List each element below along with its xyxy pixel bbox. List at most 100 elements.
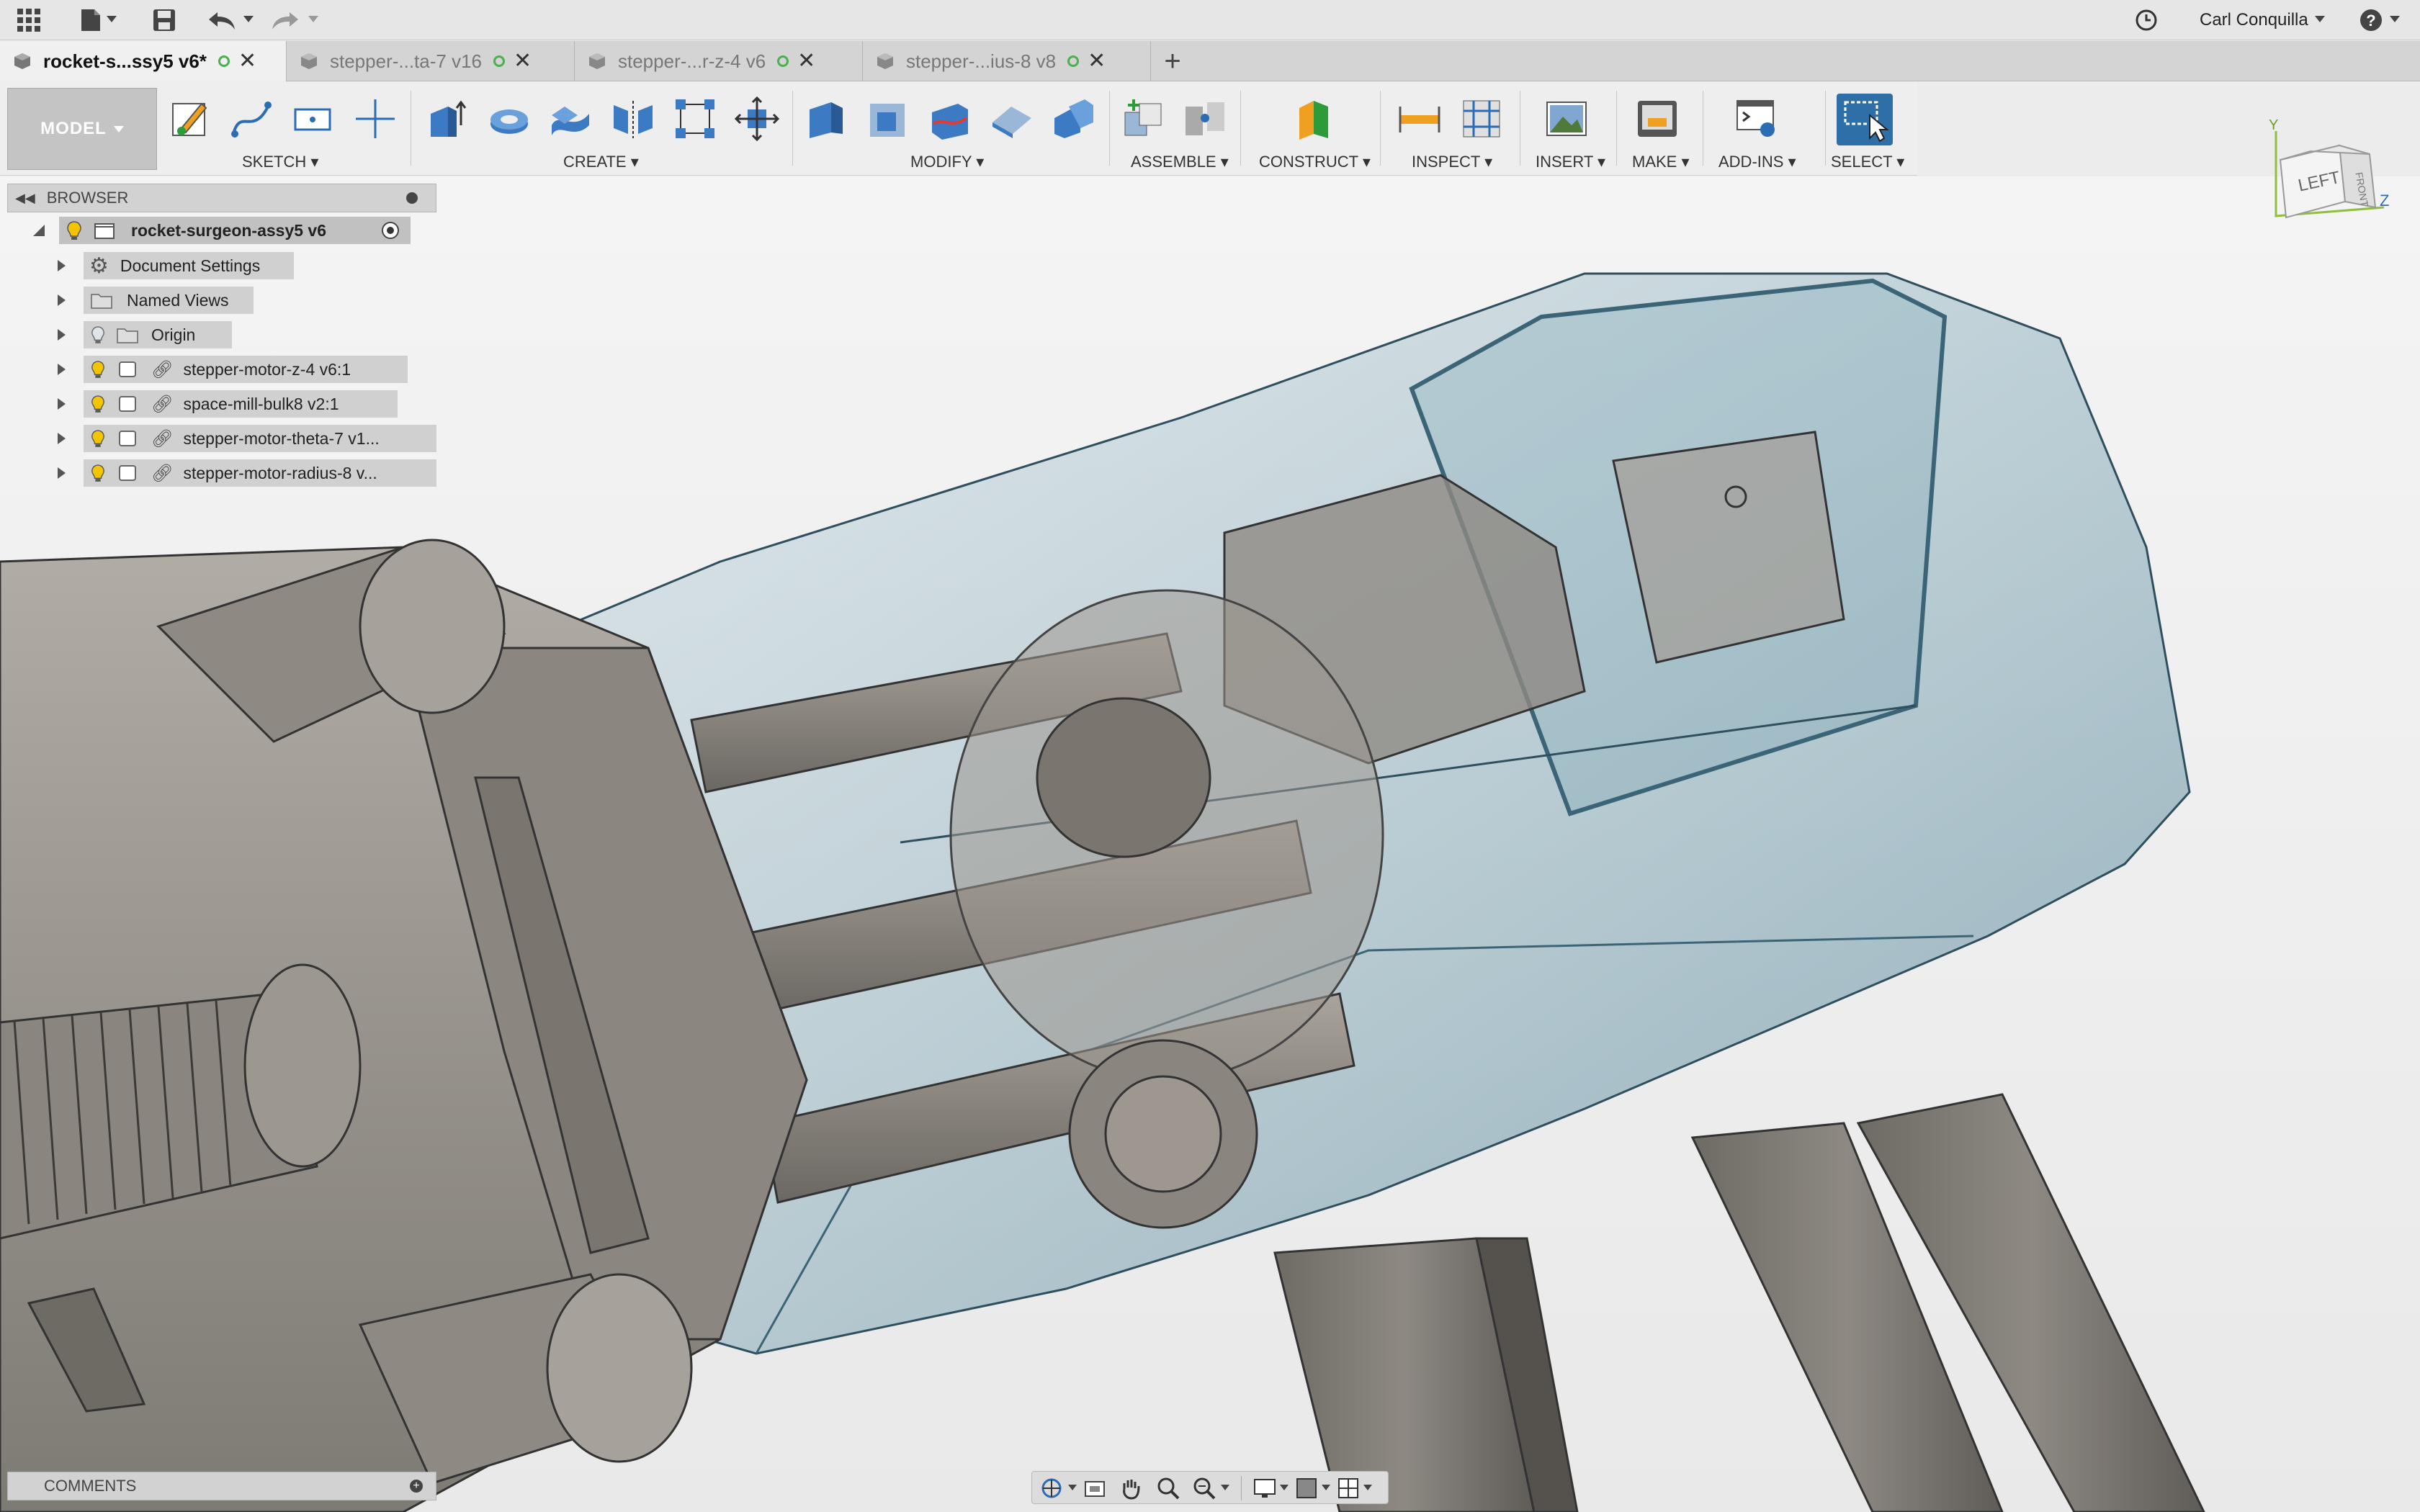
lightbulb-off-icon[interactable] (91, 325, 105, 344)
extrude-icon[interactable] (425, 96, 470, 141)
tree-item-document-settings[interactable]: ⚙ Document Settings (7, 248, 436, 283)
insert-image-icon[interactable] (1544, 96, 1589, 141)
fit-zoom-icon[interactable] (1192, 1476, 1216, 1500)
document-tab[interactable]: stepper-...r-z-4 v6 ✕ (575, 41, 863, 81)
lightbulb-icon[interactable] (91, 464, 105, 482)
view-cube[interactable]: Y Z LEFT FRONT (2254, 115, 2391, 238)
toolbar-group-make[interactable]: MAKE ▾ (1632, 153, 1690, 171)
browser-header[interactable]: ◀◀ BROWSER (7, 184, 436, 212)
collapse-arrow-icon[interactable] (33, 225, 45, 236)
toolbar-group-select[interactable]: SELECT ▾ (1831, 153, 1904, 171)
scripts-addins-icon[interactable] (1734, 96, 1779, 141)
create-sketch-icon[interactable] (169, 96, 213, 141)
lightbulb-icon[interactable] (91, 429, 105, 448)
toolbar-group-assemble[interactable]: ASSEMBLE ▾ (1131, 153, 1229, 171)
rectangle-sketch-icon[interactable] (291, 96, 336, 141)
user-menu-chevron-down-icon[interactable] (2315, 16, 2325, 22)
help-menu-chevron-down-icon[interactable] (2390, 16, 2400, 22)
zoom-chevron-down-icon[interactable] (1221, 1485, 1229, 1490)
display-chevron-down-icon[interactable] (1280, 1485, 1289, 1490)
tree-item-component[interactable]: 🔗︎ space-mill-bulk8 v2:1 (7, 387, 436, 421)
expand-arrow-icon[interactable] (58, 294, 66, 306)
measure-icon[interactable] (1397, 96, 1442, 141)
toolbar-group-create[interactable]: CREATE ▾ (563, 153, 639, 171)
offset-plane-icon[interactable] (1292, 96, 1337, 141)
toolbar-group-inspect[interactable]: INSPECT ▾ (1412, 153, 1492, 171)
save-icon[interactable] (150, 7, 179, 33)
toolbar-group-add-ins[interactable]: ADD-INS ▾ (1718, 153, 1796, 171)
activate-component-radio[interactable] (382, 222, 399, 239)
look-at-icon[interactable] (1083, 1476, 1107, 1500)
close-icon[interactable]: ✕ (1088, 50, 1106, 72)
revolve-icon[interactable] (487, 96, 532, 141)
press-pull-icon[interactable] (804, 96, 848, 141)
add-comment-icon[interactable]: + (410, 1480, 423, 1493)
toolbar-group-construct[interactable]: CONSTRUCT ▾ (1259, 153, 1371, 171)
expand-arrow-icon[interactable] (58, 260, 66, 271)
split-body-icon[interactable] (990, 96, 1034, 141)
mirror-icon[interactable] (611, 96, 655, 141)
expand-arrow-icon[interactable] (58, 433, 66, 444)
toolbar-group-sketch[interactable]: SKETCH ▾ (242, 153, 318, 171)
expand-arrow-icon[interactable] (58, 329, 66, 341)
display-settings-icon[interactable] (1252, 1476, 1277, 1500)
select-tool-button[interactable] (1837, 94, 1893, 145)
shell-icon[interactable] (928, 96, 972, 141)
combine-icon[interactable] (1052, 96, 1096, 141)
point-icon[interactable] (353, 96, 398, 141)
3d-print-icon[interactable] (1635, 96, 1680, 141)
lightbulb-icon[interactable] (91, 360, 105, 379)
undo-icon[interactable] (207, 7, 236, 33)
expand-arrow-icon[interactable] (58, 398, 66, 410)
file-menu-icon[interactable] (76, 7, 105, 33)
tree-item-named-views[interactable]: Named Views (7, 283, 436, 318)
panel-options-icon[interactable] (406, 192, 418, 204)
toolbar-group-insert[interactable]: INSERT ▾ (1536, 153, 1605, 171)
document-tab[interactable]: stepper-...ius-8 v8 ✕ (863, 41, 1151, 81)
document-tab[interactable]: rocket-s...ssy5 v6* ✕ (0, 41, 287, 81)
tree-item-component[interactable]: 🔗︎ stepper-motor-z-4 v6:1 (7, 352, 436, 387)
fillet-icon[interactable] (866, 96, 910, 141)
orbit-icon[interactable] (1039, 1476, 1064, 1500)
sweep-icon[interactable] (549, 96, 593, 141)
tree-item-component[interactable]: 🔗︎ stepper-motor-radius-8 v... (7, 456, 436, 490)
grid-chevron-down-icon[interactable] (1322, 1485, 1330, 1490)
spline-icon[interactable] (229, 96, 274, 141)
component-box-icon (119, 465, 136, 481)
pattern-icon[interactable] (673, 96, 717, 141)
lightbulb-icon[interactable] (66, 220, 82, 240)
tree-root[interactable]: rocket-surgeon-assy5 v6 (7, 212, 436, 248)
help-icon[interactable]: ? (2357, 7, 2385, 33)
redo-chevron-down-icon[interactable] (308, 16, 318, 22)
joint-icon[interactable] (1183, 96, 1227, 141)
workspace-switcher-button[interactable]: MODEL (7, 88, 157, 170)
orbit-chevron-down-icon[interactable] (1068, 1485, 1077, 1490)
tree-item-origin[interactable]: Origin (7, 318, 436, 352)
move-icon[interactable] (735, 96, 779, 141)
viewports-chevron-down-icon[interactable] (1363, 1485, 1372, 1490)
close-icon[interactable]: ✕ (797, 50, 815, 72)
viewports-icon[interactable] (1336, 1476, 1361, 1500)
document-tab[interactable]: stepper-...ta-7 v16 ✕ (287, 41, 575, 81)
expand-arrow-icon[interactable] (58, 467, 66, 479)
expand-arrow-icon[interactable] (58, 364, 66, 375)
toolbar-group-modify[interactable]: MODIFY ▾ (910, 153, 984, 171)
tree-item-component[interactable]: 🔗︎ stepper-motor-theta-7 v1... (7, 421, 436, 456)
pan-hand-icon[interactable] (1119, 1476, 1143, 1500)
apps-grid-icon[interactable] (14, 7, 43, 33)
grid-snaps-icon[interactable] (1294, 1476, 1319, 1500)
redo-icon[interactable] (271, 7, 300, 33)
close-icon[interactable]: ✕ (238, 50, 256, 72)
close-icon[interactable]: ✕ (514, 50, 532, 72)
section-analysis-icon[interactable] (1459, 96, 1504, 141)
collapse-panel-icon[interactable]: ◀◀ (15, 191, 35, 206)
new-component-icon[interactable] (1121, 96, 1165, 141)
undo-chevron-down-icon[interactable] (243, 16, 254, 22)
comments-panel[interactable]: COMMENTS + (7, 1472, 436, 1500)
zoom-icon[interactable] (1156, 1476, 1180, 1500)
lightbulb-icon[interactable] (91, 395, 105, 413)
file-menu-chevron-down-icon[interactable] (107, 16, 117, 22)
new-tab-plus-icon[interactable]: + (1158, 47, 1187, 76)
user-account-name[interactable]: Carl Conquilla (2200, 10, 2308, 30)
job-status-icon[interactable] (2132, 7, 2161, 33)
